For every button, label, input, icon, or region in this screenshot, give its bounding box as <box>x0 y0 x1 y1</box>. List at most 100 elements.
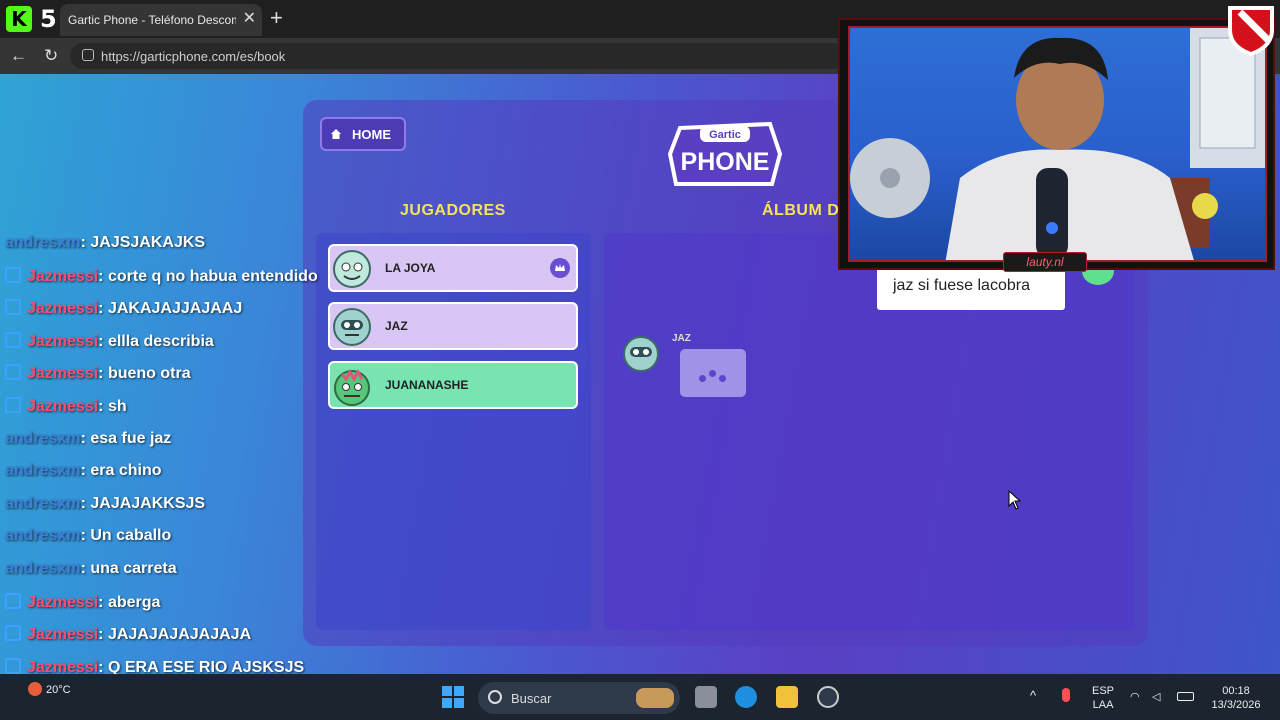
home-button[interactable]: HOME <box>320 117 406 151</box>
chat-message: andresxm: era chino <box>5 462 162 486</box>
chat-username[interactable]: andresxm <box>5 495 81 512</box>
chat-text: : sh <box>98 398 127 415</box>
webcam-feed <box>848 26 1267 262</box>
chat-username[interactable]: Jazmessi <box>27 594 98 611</box>
battery-icon[interactable] <box>1177 692 1194 701</box>
microphone-icon[interactable] <box>1062 688 1070 702</box>
screen: K 5 Gartic Phone - Teléfono Descomp ✕ + … <box>0 0 1280 720</box>
weather-temp: 20°C <box>46 684 71 696</box>
chat-badge-icon <box>5 592 21 609</box>
chat-message: Jazmessi: aberga <box>5 592 161 617</box>
independiente-badge <box>1228 6 1274 56</box>
crown-icon <box>550 258 570 278</box>
album-author-avatar <box>623 336 659 372</box>
wifi-icon[interactable]: ◠ <box>1130 690 1140 704</box>
language-indicator[interactable]: ESP LAA <box>1092 684 1114 712</box>
chat-message: andresxm: una carreta <box>5 560 177 584</box>
chat-text: : JAKAJAJJAJAAJ <box>98 300 243 318</box>
player-name: JAZ <box>385 319 408 333</box>
chat-username[interactable]: Jazmessi <box>27 398 98 415</box>
gartic-phone-logo: Gartic PHONE <box>667 121 783 186</box>
players-list <box>316 233 591 630</box>
chat-message: andresxm: esa fue jaz <box>5 430 171 454</box>
windows-start-icon[interactable] <box>441 685 465 709</box>
chat-message: Jazmessi: sh <box>5 397 127 421</box>
logo-top-text: Gartic <box>709 129 741 141</box>
chat-text: : JAJAJAKKSJS <box>80 494 206 512</box>
chat-username[interactable]: Jazmessi <box>27 300 98 317</box>
file-explorer-icon[interactable] <box>776 686 798 708</box>
chat-message: andresxm: JAJAJAKKSJS <box>5 495 205 519</box>
language-bottom: LAA <box>1092 699 1114 711</box>
chat-text: : esa fue jaz <box>80 429 172 447</box>
player-card-juananashe[interactable]: JUANANASHE <box>328 361 578 409</box>
chat-text: : una carreta <box>80 560 177 577</box>
chat-text: : ellla describia <box>98 332 214 350</box>
weather-alert-icon <box>28 682 42 696</box>
chat-username[interactable]: andresxm <box>5 527 81 544</box>
chat-message: Jazmessi: JAKAJAJJAJAAJ <box>5 299 242 323</box>
chat-username[interactable]: andresxm <box>5 462 81 479</box>
player-avatar <box>333 250 371 288</box>
chat-message: Jazmessi: corte q no habua entendido <box>5 266 318 291</box>
chat-message: Jazmessi: ellla describia <box>5 331 214 356</box>
close-tab-icon[interactable]: ✕ <box>243 9 256 29</box>
chat-username[interactable]: Jazmessi <box>27 365 98 382</box>
typing-dot <box>719 375 726 382</box>
search-label: Buscar <box>511 691 552 706</box>
chat-message: andresxm: JAJSJAKAJKS <box>5 234 205 258</box>
chevron-up-icon[interactable]: ^ <box>1030 689 1036 703</box>
chat-badge-icon <box>5 299 21 316</box>
browser-tab[interactable]: Gartic Phone - Teléfono Descomp ✕ <box>60 4 262 36</box>
chat-username[interactable]: andresxm <box>5 560 81 577</box>
task-view-icon[interactable] <box>695 686 717 708</box>
chat-badge-icon <box>5 364 21 381</box>
clock[interactable]: 00:18 13/3/2026 <box>1206 684 1266 712</box>
mouse-cursor-icon <box>1008 490 1022 510</box>
chat-text: : bueno otra <box>98 365 191 383</box>
volume-icon[interactable]: ◁ <box>1152 690 1160 704</box>
chat-username[interactable]: Jazmessi <box>27 626 98 643</box>
chat-username[interactable]: Jazmessi <box>27 268 98 285</box>
edge-browser-icon[interactable] <box>735 686 757 708</box>
player-name: LA JOYA <box>385 261 436 275</box>
clock-time: 00:18 <box>1222 685 1250 697</box>
language-top: ESP <box>1092 685 1115 697</box>
address-bar[interactable]: https://garticphone.com/es/book <box>70 43 970 69</box>
chat-username[interactable]: Jazmessi <box>27 333 98 350</box>
back-arrow-icon[interactable]: ← <box>10 46 27 66</box>
chat-text: : aberga <box>98 593 161 611</box>
chat-badge-icon <box>5 331 21 348</box>
chat-badge-icon <box>5 657 21 674</box>
new-tab-icon[interactable]: + <box>270 6 283 30</box>
typing-indicator <box>680 349 746 397</box>
reload-icon[interactable]: ↻ <box>44 46 58 66</box>
channel-five-logo: 5 <box>40 5 57 33</box>
typing-dot <box>709 370 716 377</box>
chat-username[interactable]: andresxm <box>5 234 81 251</box>
logo-bottom-text: PHONE <box>681 148 770 176</box>
chat-badge-icon <box>5 266 21 283</box>
player-card-la-joya[interactable]: LA JOYA <box>328 244 578 292</box>
site-info-icon[interactable] <box>82 49 94 61</box>
chat-username[interactable]: andresxm <box>5 430 81 447</box>
chat-text: : JAJSJAKAJKS <box>80 234 206 251</box>
app-icon[interactable] <box>817 686 839 708</box>
chat-text: : era chino <box>80 462 162 480</box>
player-card-jaz[interactable]: JAZ <box>328 302 578 350</box>
home-label: HOME <box>352 127 391 142</box>
taskbar: 20°C Buscar ^ ESP LAA ◠ ◁ 00:18 13/3/202… <box>0 674 1280 720</box>
clock-date: 13/3/2026 <box>1211 699 1261 711</box>
chat-message: Jazmessi: bueno otra <box>5 364 191 388</box>
player-name: JUANANASHE <box>385 378 469 392</box>
chat-text: : JAJAJAJAJAJAJA <box>98 626 252 644</box>
chat-message: andresxm: Un caballo <box>5 527 171 551</box>
url-text: https://garticphone.com/es/book <box>101 49 286 64</box>
home-icon <box>331 129 341 139</box>
chat-text: : corte q no habua entendido <box>98 267 318 285</box>
webcam-scene <box>850 28 1265 260</box>
chat-text: : Un caballo <box>80 527 172 545</box>
chat-message: Jazmessi: JAJAJAJAJAJAJA <box>5 625 251 649</box>
webcam-overlay <box>838 18 1275 270</box>
taskbar-search[interactable]: Buscar <box>478 682 680 714</box>
